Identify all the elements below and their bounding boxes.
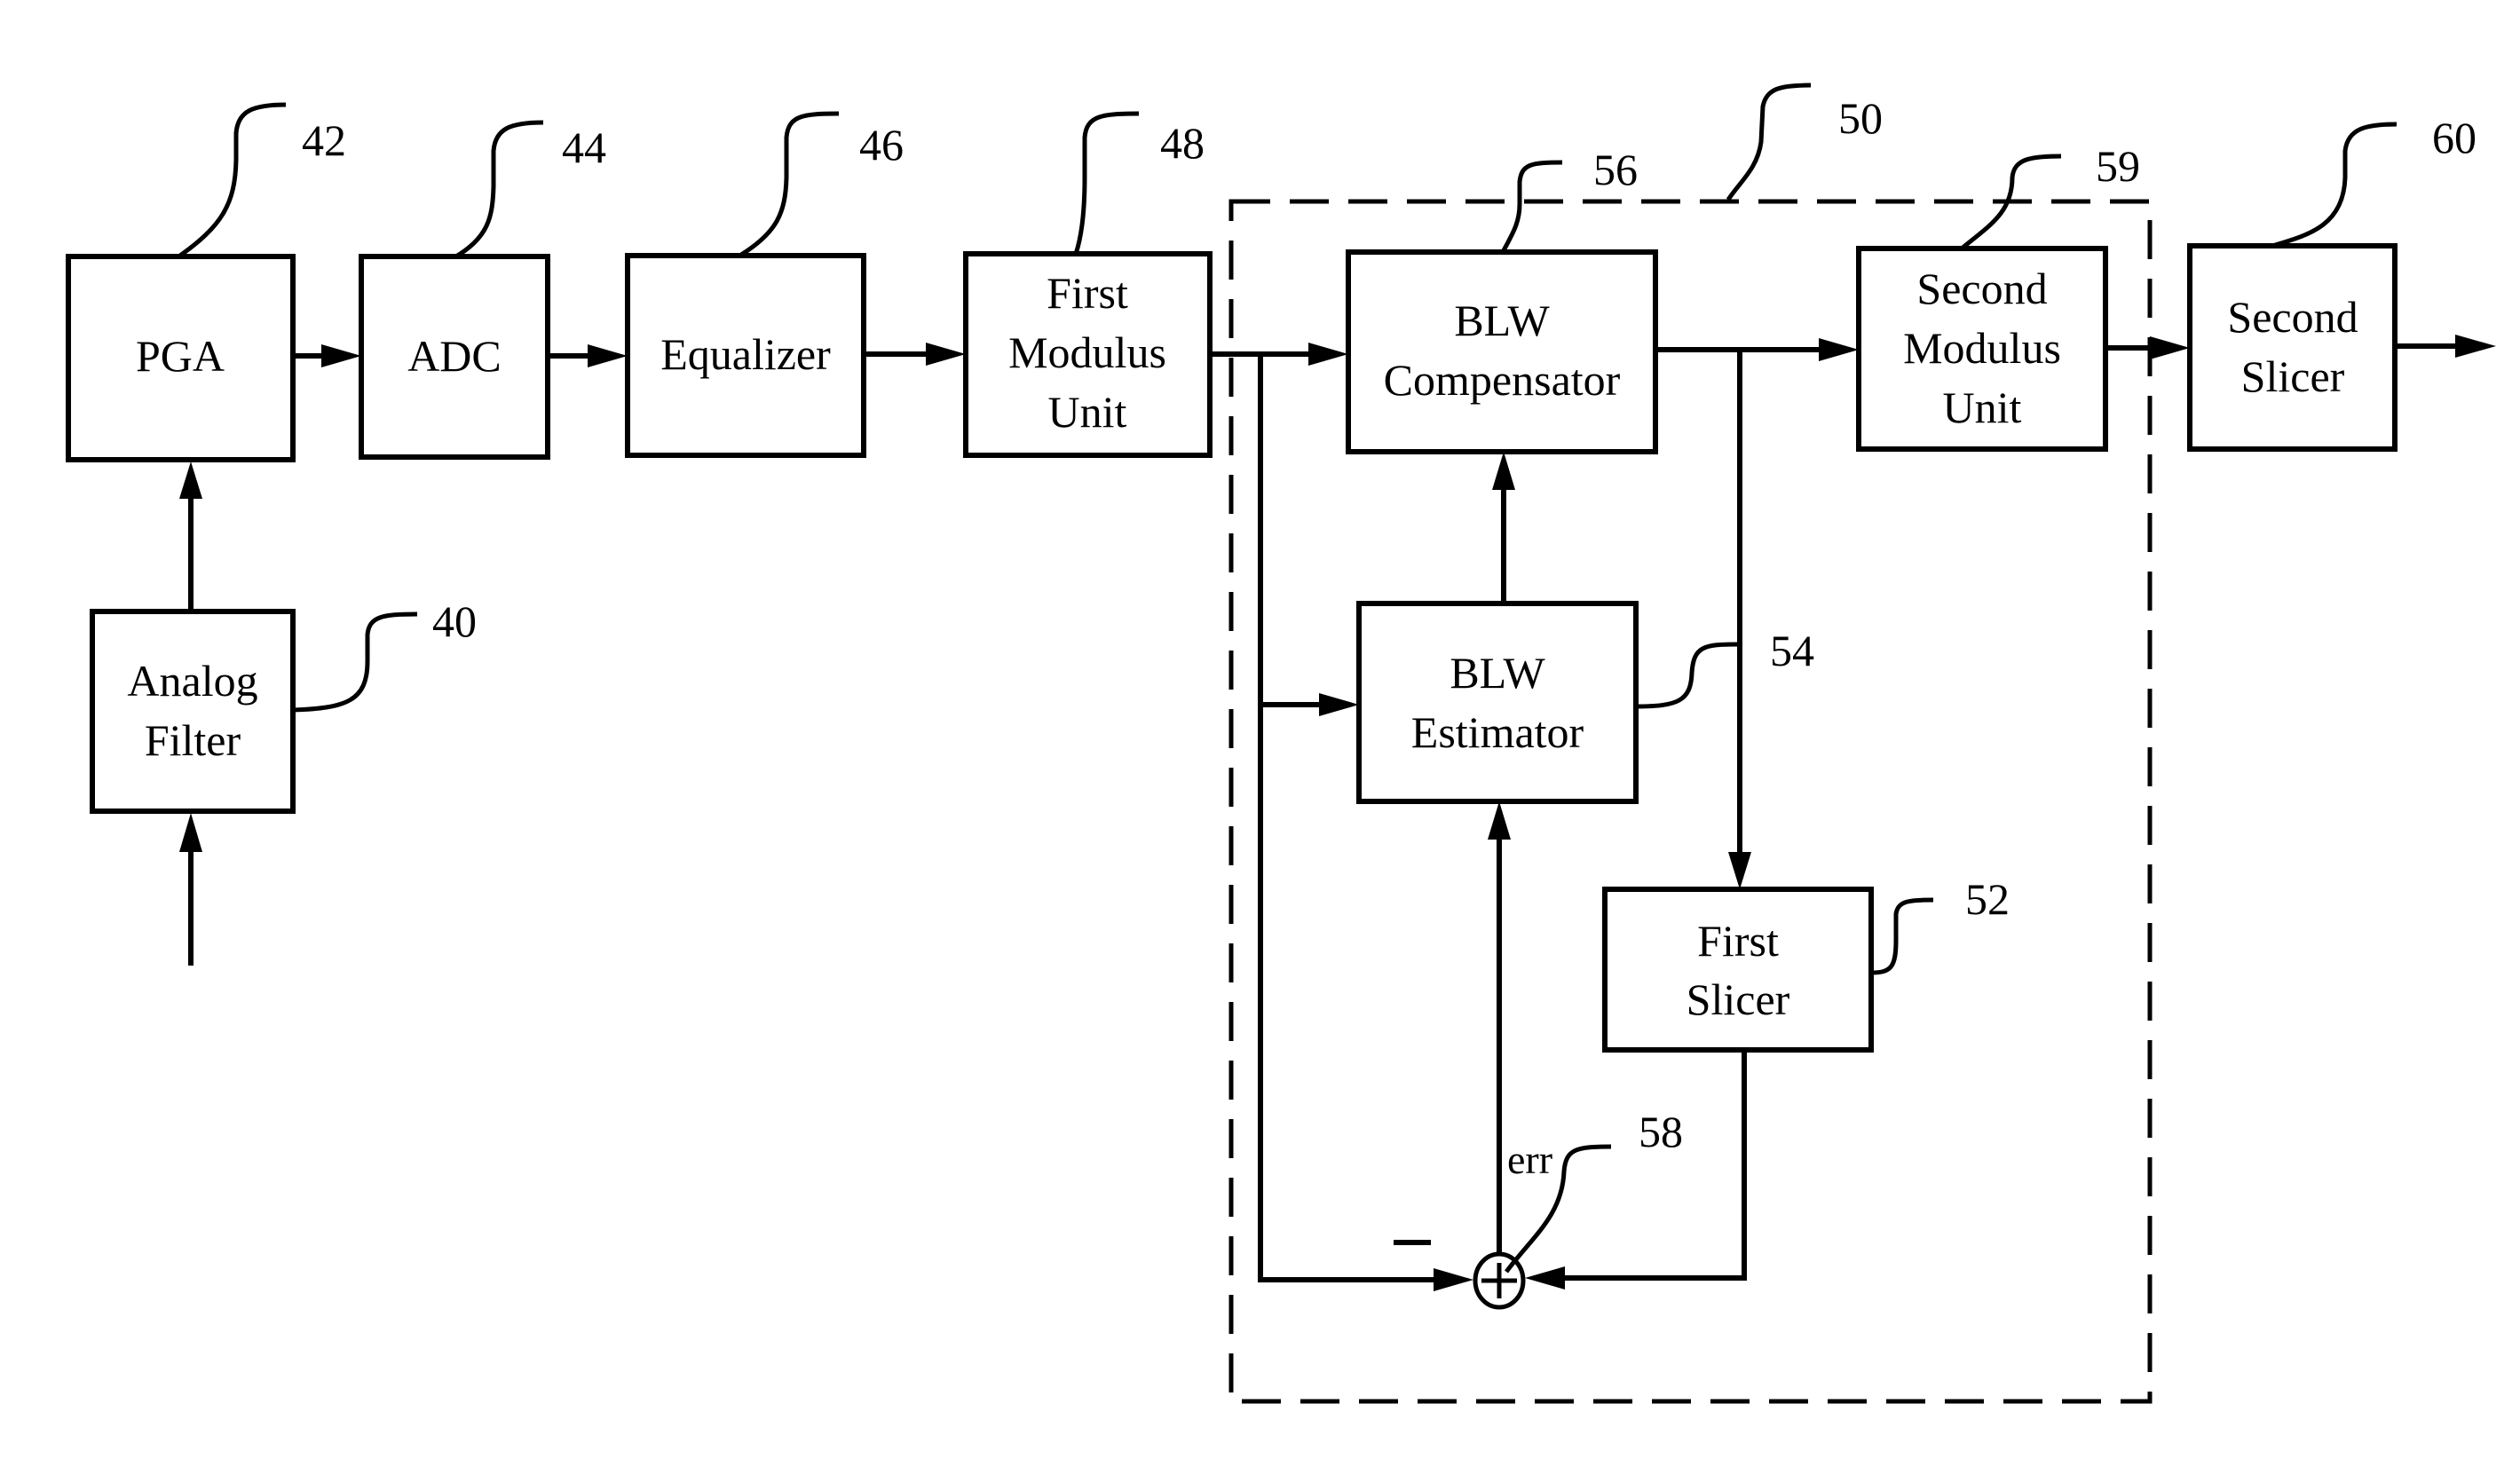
- leader-40: [292, 611, 418, 713]
- block-second-modulus-label-2: Modulus: [1903, 323, 2061, 373]
- ref-number-42: 42: [302, 115, 346, 165]
- wire-first-slicer-to-summer: [1562, 1050, 1747, 1281]
- wire-branch-to-summer: [1258, 354, 1434, 1282]
- block-pga-label: PGA: [136, 331, 225, 381]
- block-blw-estimator: BLW Estimator: [1356, 601, 1639, 804]
- block-adc: ADC: [359, 254, 550, 460]
- ref-number-60: 60: [2432, 113, 2477, 162]
- block-blw-compensator: BLW Compensator: [1346, 249, 1658, 454]
- block-equalizer: Equalizer: [625, 253, 866, 458]
- ref-number-44: 44: [562, 122, 606, 172]
- leader-52: [1870, 897, 1934, 975]
- arrowhead-into-compensator-bottom: [1492, 452, 1515, 490]
- leader-50: [1726, 83, 1812, 201]
- arrowhead-into-equalizer: [588, 344, 628, 367]
- arrowhead-into-first-modulus: [926, 343, 966, 366]
- err-label: err: [1507, 1137, 1552, 1182]
- leader-48: [1073, 111, 1140, 255]
- block-second-modulus-unit: Second Modulus Unit: [1856, 246, 2108, 452]
- arrowhead-output: [2455, 335, 2496, 358]
- ref-number-58: 58: [1639, 1107, 1683, 1156]
- leader-44: [453, 120, 544, 260]
- leader-46: [739, 111, 840, 257]
- arrowhead-into-summer-right: [1525, 1266, 1565, 1290]
- block-equalizer-label: Equalizer: [660, 329, 831, 379]
- block-blw-estimator-label-2: Estimator: [1411, 707, 1584, 757]
- ref-number-46: 46: [859, 120, 904, 170]
- ref-number-54: 54: [1770, 626, 1814, 675]
- block-analog-filter-label-1: Analog: [127, 656, 257, 706]
- arrowhead-into-summer-left: [1434, 1268, 1473, 1291]
- ref-number-56: 56: [1593, 145, 1638, 194]
- ref-number-59: 59: [2096, 141, 2140, 191]
- arrowhead-into-second-slicer: [2150, 336, 2190, 359]
- leader-42: [176, 102, 287, 260]
- leader-56: [1500, 160, 1563, 254]
- arrowhead-into-estimator: [1319, 693, 1359, 716]
- block-analog-filter: Analog Filter: [90, 609, 296, 814]
- block-second-slicer: Second Slicer: [2187, 243, 2398, 452]
- block-diagram: Analog Filter PGA ADC Equalizer First Mo…: [66, 83, 2496, 1404]
- block-blw-compensator-label-2: Compensator: [1384, 355, 1621, 405]
- arrowhead-into-compensator: [1308, 343, 1348, 366]
- block-first-slicer: First Slicer: [1602, 887, 1874, 1053]
- block-adc-label: ADC: [407, 331, 502, 381]
- leader-60: [2271, 122, 2398, 248]
- arrowhead-into-pga: [179, 461, 202, 499]
- arrowhead-into-first-slicer: [1728, 852, 1751, 889]
- block-second-modulus-label-1: Second: [1916, 264, 2047, 313]
- arrowhead-into-adc: [321, 344, 361, 367]
- block-first-slicer-label-1: First: [1697, 916, 1779, 966]
- block-first-modulus-label-2: Modulus: [1008, 327, 1166, 377]
- leader-54: [1635, 642, 1739, 709]
- block-second-modulus-label-3: Unit: [1943, 383, 2022, 432]
- arrowhead-into-second-modulus: [1819, 338, 1859, 361]
- ref-number-48: 48: [1160, 118, 1205, 168]
- ref-number-50: 50: [1838, 93, 1883, 143]
- block-second-slicer-label-1: Second: [2227, 292, 2358, 342]
- ref-number-40: 40: [432, 596, 477, 646]
- ref-number-52: 52: [1965, 874, 2010, 924]
- arrowhead-into-estimator-bottom: [1488, 801, 1511, 840]
- block-first-modulus-label-1: First: [1047, 268, 1128, 318]
- block-second-slicer-label-2: Slicer: [2241, 351, 2345, 401]
- block-analog-filter-label-2: Filter: [145, 715, 241, 765]
- block-first-modulus-unit: First Modulus Unit: [963, 251, 1213, 458]
- block-blw-compensator-label-1: BLW: [1454, 296, 1550, 345]
- block-pga: PGA: [66, 254, 296, 462]
- block-first-modulus-label-3: Unit: [1048, 387, 1127, 437]
- block-first-slicer-label-2: Slicer: [1687, 974, 1790, 1024]
- arrowhead-into-analog-filter: [179, 813, 202, 852]
- block-blw-estimator-label-1: BLW: [1450, 648, 1545, 698]
